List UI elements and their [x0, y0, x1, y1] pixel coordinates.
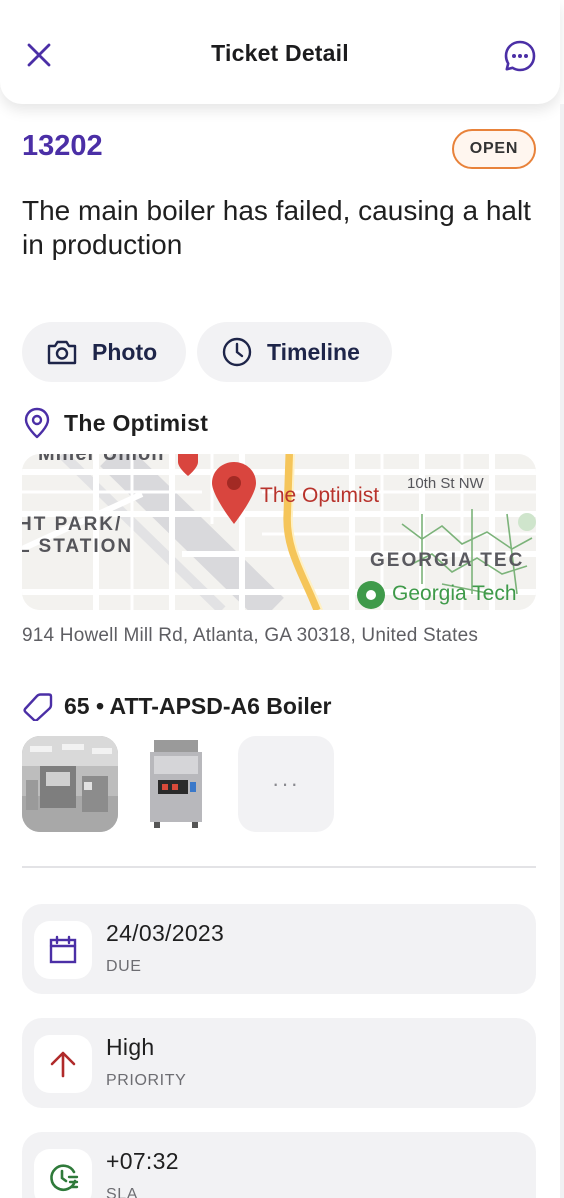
app-header: Ticket Detail	[0, 0, 560, 104]
timeline-button[interactable]: Timeline	[197, 322, 392, 382]
arrow-up-icon	[50, 1051, 76, 1078]
ticket-title: The main boiler has failed, causing a ha…	[22, 195, 531, 260]
sla-label: SLA	[106, 1186, 139, 1198]
map-poi-top: Miller Union	[38, 454, 164, 465]
location-row: The Optimist	[22, 406, 208, 440]
tag-icon	[23, 693, 53, 721]
more-photos-button[interactable]: ···	[238, 736, 334, 832]
location-map[interactable]: Miller Union The Optimist 10th St NW HT …	[22, 454, 536, 610]
asset-row[interactable]: 65 • ATT-APSD-A6 Boiler	[22, 690, 332, 722]
due-date-card[interactable]: 24/03/2023 DUE	[22, 904, 536, 994]
photo-label: Photo	[92, 338, 158, 365]
asset-photo-thumbnail[interactable]	[130, 736, 226, 832]
asset-label: 65 • ATT-APSD-A6 Boiler	[64, 692, 332, 719]
photo-button[interactable]: Photo	[22, 322, 186, 382]
section-divider	[22, 866, 536, 868]
timeline-label: Timeline	[267, 338, 360, 365]
priority-label: PRIORITY	[106, 1072, 187, 1089]
chat-bubble-icon	[504, 40, 536, 72]
due-date-value: 24/03/2023	[106, 920, 225, 946]
clock-sla-icon-wrap	[34, 1149, 92, 1198]
calendar-icon	[49, 935, 77, 964]
calendar-icon-wrap	[34, 921, 92, 979]
map-campus-poi: Georgia Tech	[392, 582, 517, 605]
priority-card[interactable]: High PRIORITY	[22, 1018, 536, 1108]
asset-photo-thumbnail[interactable]	[22, 736, 118, 832]
due-date-label: DUE	[106, 958, 142, 975]
sla-value: +07:32	[106, 1148, 179, 1174]
camera-icon	[47, 340, 77, 365]
location-pin-icon	[24, 407, 50, 439]
map-graphic: Miller Union The Optimist 10th St NW HT …	[22, 454, 536, 610]
address-text: 914 Howell Mill Rd, Atlanta, GA 30318, U…	[22, 625, 479, 646]
map-street-label: 10th St NW	[407, 475, 485, 492]
chat-button[interactable]	[502, 38, 538, 74]
clock-icon	[222, 337, 252, 367]
map-pin-label: The Optimist	[260, 484, 379, 507]
priority-value: High	[106, 1034, 155, 1060]
map-district-line2: L STATION	[22, 536, 133, 557]
sla-card[interactable]: +07:32 SLA	[22, 1132, 536, 1198]
map-district-line1: HT PARK/	[22, 514, 122, 535]
clock-sla-icon	[50, 1164, 79, 1191]
scroll-track	[560, 104, 564, 1198]
status-badge: OPEN	[452, 129, 536, 169]
ticket-id: 13202	[22, 130, 103, 162]
map-campus-label: GEORGIA TEC	[370, 550, 524, 571]
arrow-up-icon-wrap	[34, 1035, 92, 1093]
page-title: Ticket Detail	[211, 40, 349, 66]
location-name: The Optimist	[64, 409, 209, 436]
